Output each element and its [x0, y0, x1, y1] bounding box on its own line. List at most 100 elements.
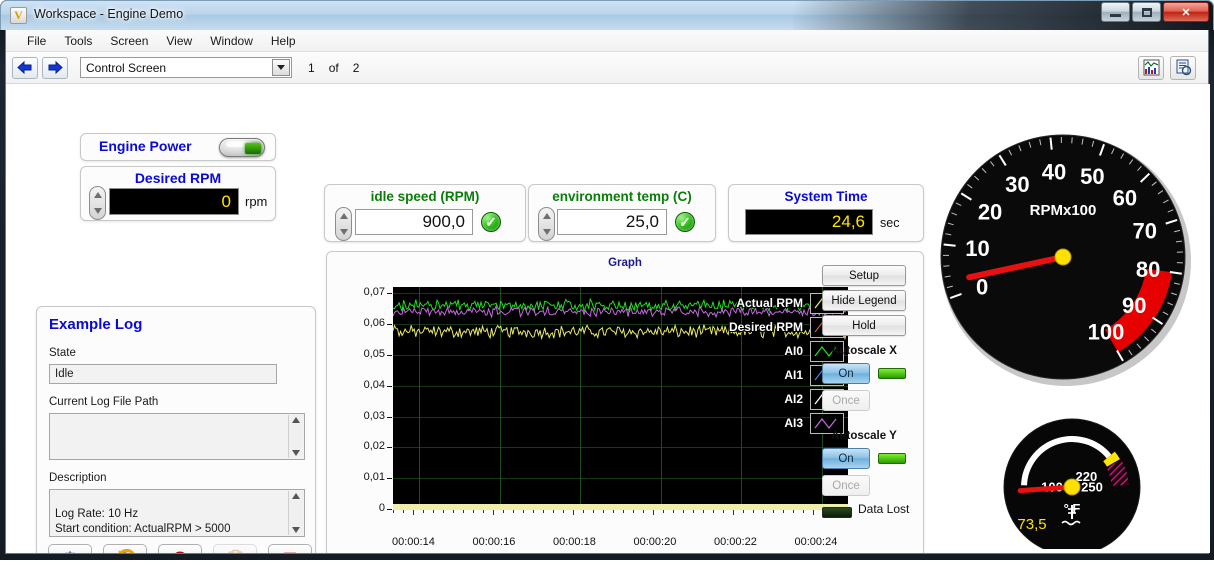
screen-selector-value: Control Screen — [86, 60, 167, 75]
autoscale-x-on-button[interactable]: On — [822, 363, 870, 384]
maximize-button[interactable] — [1132, 2, 1161, 22]
stepper-up-icon[interactable] — [339, 213, 348, 219]
stepper-up-icon[interactable] — [93, 192, 102, 198]
scroll-up-icon[interactable] — [292, 417, 300, 423]
graph-hide-legend-button[interactable]: Hide Legend — [822, 290, 906, 311]
example-log-title: Example Log — [49, 316, 143, 333]
menu-bar: File Tools Screen View Window Help — [6, 30, 1208, 52]
y-axis-tick-mark — [387, 293, 392, 295]
client-area: File Tools Screen View Window Help Contr… — [5, 30, 1210, 554]
log-path-scrollbar[interactable] — [288, 415, 303, 458]
x-axis-minor-tick — [593, 510, 594, 513]
scroll-down-icon[interactable] — [292, 527, 300, 533]
legend-row[interactable]: Desired RPM — [668, 315, 844, 339]
legend-row[interactable]: AI3 — [668, 411, 844, 435]
stepper-up-icon[interactable] — [542, 213, 551, 219]
autoscale-x-once-button[interactable]: Once — [822, 390, 870, 411]
idle-speed-panel: idle speed (RPM) 900,0 — [324, 184, 526, 242]
gauge-tick-label: 250 — [1081, 479, 1103, 494]
x-axis-minor-tick — [673, 510, 674, 513]
description-label: Description — [49, 472, 107, 484]
chevron-down-icon[interactable] — [272, 59, 290, 76]
x-axis-minor-tick — [773, 510, 774, 513]
idle-speed-stepper[interactable] — [335, 207, 352, 241]
page-of-label: of — [328, 60, 339, 75]
graph-setup-button[interactable]: Setup — [822, 265, 906, 286]
x-axis-minor-tick — [633, 510, 634, 513]
menu-window[interactable]: Window — [201, 31, 262, 51]
x-axis-minor-tick — [603, 510, 604, 513]
legend-row[interactable]: AI2 — [668, 387, 844, 411]
screen-selector[interactable]: Control Screen — [80, 57, 292, 78]
autoscale-y-once-button[interactable]: Once — [822, 475, 870, 496]
menu-tools[interactable]: Tools — [55, 31, 101, 51]
x-axis-minor-tick — [563, 510, 564, 513]
legend-row[interactable]: Actual RPM — [668, 291, 844, 315]
graph-hold-button[interactable]: Hold — [822, 315, 906, 336]
back-button[interactable] — [12, 56, 38, 79]
y-axis-tick-label: 0,02 — [363, 440, 385, 453]
y-axis-tick-mark — [387, 354, 392, 356]
gauge-hub — [1063, 478, 1081, 496]
legend-row[interactable]: AI0 — [668, 339, 844, 363]
scroll-up-icon[interactable] — [292, 493, 300, 499]
menu-help[interactable]: Help — [262, 31, 305, 51]
legend-label: Desired RPM — [728, 320, 803, 334]
y-axis-tick-mark — [387, 478, 392, 480]
description-box[interactable]: Log Rate: 10 Hz Start condition: ActualR… — [49, 489, 305, 537]
desired-rpm-input[interactable]: 0 — [109, 188, 239, 215]
stepper-down-icon[interactable] — [542, 229, 551, 235]
scroll-down-icon[interactable] — [292, 450, 300, 456]
environment-temp-value[interactable]: 25,0 — [557, 209, 667, 235]
menu-screen[interactable]: Screen — [101, 31, 157, 51]
menu-view[interactable]: View — [157, 31, 201, 51]
x-axis-tick-label: 00:00:14 — [392, 536, 435, 548]
x-axis-tick-label: 00:00:16 — [472, 536, 516, 548]
x-axis-minor-tick — [763, 510, 764, 513]
graph-plot-area[interactable]: Actual RPM Desired RPM AI0 AI1 AI2 AI3 — [393, 287, 848, 509]
legend-row[interactable]: AI1 — [668, 363, 844, 387]
log-configure-button[interactable] — [48, 544, 92, 553]
log-record-button[interactable] — [158, 544, 202, 553]
description-value: Log Rate: 10 Hz Start condition: ActualR… — [55, 508, 231, 535]
forward-button[interactable] — [42, 56, 68, 79]
chart-tool-button[interactable] — [1138, 55, 1164, 80]
stop-icon — [283, 552, 297, 553]
environment-temp-title: environment temp (C) — [552, 189, 692, 204]
x-axis-minor-tick — [813, 510, 814, 515]
x-axis-minor-tick — [543, 510, 544, 513]
x-axis-minor-tick — [443, 510, 444, 513]
report-tool-button[interactable] — [1170, 55, 1196, 80]
chart-tool-icon — [1143, 59, 1159, 76]
y-axis-tick-mark — [387, 447, 392, 449]
arrow-left-icon — [17, 61, 32, 74]
stepper-down-icon[interactable] — [93, 208, 102, 214]
gauge-tick-label: 70 — [1133, 218, 1157, 243]
desired-rpm-stepper[interactable] — [89, 186, 106, 220]
stepper-down-icon[interactable] — [339, 229, 348, 235]
engine-power-panel: Engine Power — [80, 133, 276, 161]
autoscale-x-led — [878, 368, 906, 379]
log-history-button[interactable] — [103, 544, 147, 553]
system-time-unit: sec — [880, 216, 900, 230]
autoscale-y-on-button[interactable]: On — [822, 448, 870, 469]
y-axis-tick-mark — [387, 324, 392, 325]
record-icon — [175, 551, 185, 553]
title-bar: V Workspace - Engine Demo ✕ — [0, 0, 1214, 30]
engine-power-toggle[interactable] — [219, 138, 265, 157]
log-path-label: Current Log File Path — [49, 396, 159, 408]
x-axis-minor-tick — [493, 510, 494, 515]
log-clipboard-button[interactable] — [213, 544, 257, 553]
log-stop-button[interactable] — [268, 544, 312, 553]
close-button[interactable]: ✕ — [1163, 2, 1209, 22]
menu-file[interactable]: File — [18, 31, 55, 51]
minimize-button[interactable] — [1101, 2, 1130, 22]
log-path-input[interactable] — [49, 413, 305, 460]
description-scrollbar[interactable] — [288, 491, 303, 535]
report-tool-icon — [1176, 59, 1191, 76]
environment-temp-stepper[interactable] — [538, 207, 555, 241]
idle-speed-value[interactable]: 900,0 — [355, 209, 473, 235]
x-axis-minor-tick — [713, 510, 714, 513]
graph-legend[interactable]: Actual RPM Desired RPM AI0 AI1 AI2 AI3 — [668, 291, 844, 435]
x-axis-minor-tick — [483, 510, 484, 513]
